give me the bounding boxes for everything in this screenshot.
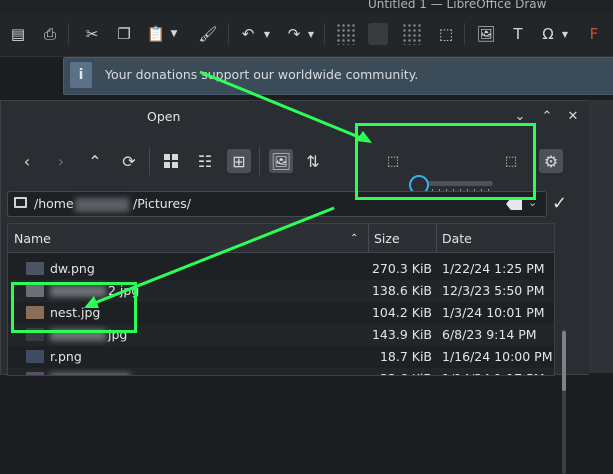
- annotation-arrow-zoom: [199, 70, 367, 142]
- redacted-filename: [50, 373, 130, 375]
- annotation-arrow-file: [91, 206, 335, 306]
- annotation-arrows: [84, 70, 372, 308]
